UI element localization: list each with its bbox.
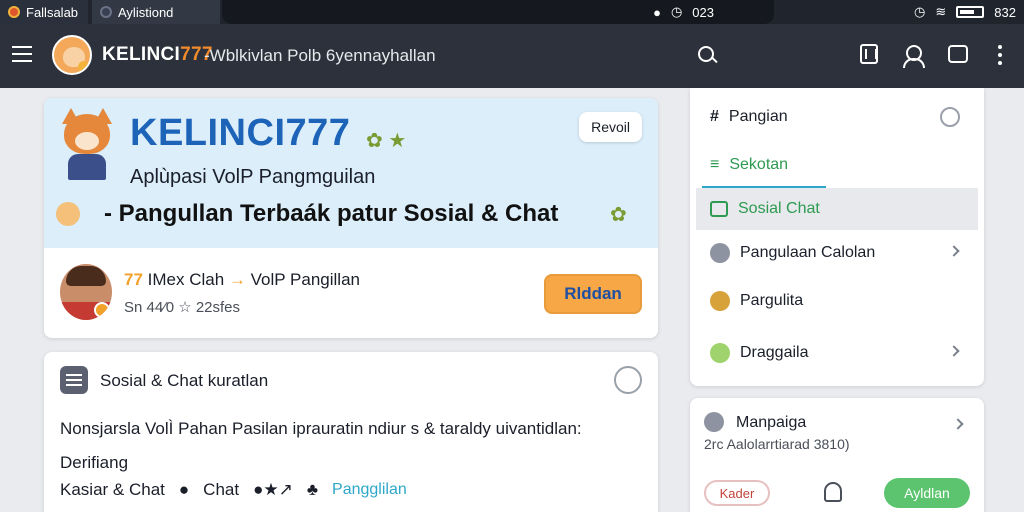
search-icon[interactable] xyxy=(696,44,720,68)
nav-label: Draggaila xyxy=(740,344,809,361)
social-chat-card: Sosial & Chat kuratlan Nonsjarsla VolÌ P… xyxy=(44,352,658,512)
app-bar: KELINCI777 -Wblkivlan Polb 6yennayhallan xyxy=(0,24,1024,88)
hero-title: KELINCI777 xyxy=(130,112,351,154)
mini-card: Manpaiga 2rc Aalolarrtiarad 3810) Kader … xyxy=(690,398,984,512)
nav-item-sekotan[interactable]: ≡ Sekotan xyxy=(696,144,978,186)
battery-icon xyxy=(956,6,985,18)
list-icon: ≡ xyxy=(710,156,720,173)
more-options-icon[interactable] xyxy=(998,45,1004,69)
nav-label: Sekotan xyxy=(729,156,789,173)
nav-label: Pangulaan Calolan xyxy=(740,244,876,261)
browser-tab-2[interactable]: Aylistiond xyxy=(92,0,220,24)
footer-label-b[interactable]: Chat xyxy=(203,480,239,500)
footer-label-a[interactable]: Kasiar & Chat xyxy=(60,480,165,500)
nav-item-pangulaan-calolan[interactable]: Pangulaan Calolan xyxy=(696,232,978,274)
app-brand: KELINCI777 xyxy=(102,44,213,66)
sticker-icons: ✿ ★ xyxy=(366,130,407,152)
reaction-icons: ●★↗ xyxy=(253,480,293,499)
fox-mascot-icon xyxy=(58,108,116,180)
menu-icon[interactable] xyxy=(12,46,32,64)
user-line: 77 IMex Clah → VolP Pangillan xyxy=(124,270,360,290)
app-subtitle: -Wblkivlan Polb 6yennayhallan xyxy=(204,46,436,65)
social-footer: Kasiar & Chat ● Chat ●★↗ ♣ Pangglilan xyxy=(60,480,407,500)
nav-item-draggaila[interactable]: Draggaila xyxy=(696,332,978,374)
user-service: VolP Pangillan xyxy=(250,270,360,289)
list-icon xyxy=(60,366,88,394)
mini-subtitle: 2rc Aalolarrtiarad 3810) xyxy=(704,436,850,452)
chat-bubble-icon: ● xyxy=(178,480,190,499)
qr-icon[interactable] xyxy=(860,44,878,64)
user-name: IMex Clah xyxy=(147,270,225,289)
hash-icon: # xyxy=(710,108,719,125)
chevron-down-icon[interactable] xyxy=(614,366,642,394)
chevron-right-icon[interactable] xyxy=(952,418,964,430)
user-meta: Sn 44⁄0 ☆ 22sfes xyxy=(124,299,241,316)
riddan-button[interactable]: Rlddan xyxy=(544,274,642,314)
person-icon xyxy=(710,291,730,311)
chat-icon xyxy=(710,201,728,217)
social-body-line-2: Derifiang xyxy=(60,453,129,472)
social-body-line-1: Nonsjarsla VolÌ Pahan Pasilan iprauratin… xyxy=(60,419,582,438)
user-avatar[interactable] xyxy=(60,264,112,320)
alarm-icon-right: ◷ xyxy=(914,4,926,19)
hero-headline: - Pangullan Terbaák patur Sosial & Chat xyxy=(104,200,559,227)
notification-icon: ● xyxy=(653,4,661,20)
tab-icon xyxy=(100,6,112,18)
brand-text: KELINCI xyxy=(102,44,181,65)
status-center: ● ◷ 023 xyxy=(222,0,774,24)
arrow-icon: → xyxy=(228,270,246,289)
user-accent: 77 xyxy=(124,270,143,289)
kader-button[interactable]: Kader xyxy=(704,480,770,506)
sticker-icon: ✿ xyxy=(610,204,627,226)
profile-icon[interactable] xyxy=(902,44,926,68)
revoil-chip[interactable]: Revoil xyxy=(579,112,642,142)
puzzle-icon: ♣ xyxy=(306,480,319,499)
ayldlan-button[interactable]: Ayldlan xyxy=(884,478,970,508)
nav-label: Sosial Chat xyxy=(738,200,820,217)
browser-tab-1[interactable]: Fallsalab xyxy=(0,0,88,24)
share-icon[interactable] xyxy=(948,45,968,63)
tab-1-label: Fallsalab xyxy=(26,4,79,20)
emoji-icon xyxy=(710,343,730,363)
cat-avatar-icon xyxy=(56,202,80,226)
nav-label: Pargulita xyxy=(740,292,804,309)
nav-label: Pangian xyxy=(728,108,788,125)
chevron-right-icon xyxy=(948,245,960,257)
hero-banner: KELINCI777 ✿ ★ Revoil Aplùpasi VolP Pang… xyxy=(44,98,658,248)
bell-icon[interactable] xyxy=(824,482,842,502)
nav-item-pargulita[interactable]: Pargulita xyxy=(696,280,978,322)
chevron-right-icon xyxy=(948,345,960,357)
app-logo-icon xyxy=(8,6,20,18)
status-right: ◷ ≋ 832 xyxy=(914,0,1016,24)
status-bar: Fallsalab Aylistiond ● ◷ 023 ◷ ≋ 832 xyxy=(0,0,1024,24)
social-body: Nonsjarsla VolÌ Pahan Pasilan iprauratin… xyxy=(60,412,582,480)
user-icon xyxy=(710,243,730,263)
footer-link[interactable]: Pangglilan xyxy=(332,481,407,499)
side-nav: # Pangian ≡ Sekotan Sosial Chat Pangulaa… xyxy=(690,88,984,386)
pie-icon[interactable] xyxy=(940,107,960,127)
hero-tagline: Aplùpasi VolP Pangmguilan xyxy=(130,166,376,188)
tab-2-label: Aylistiond xyxy=(118,4,174,20)
clock: 023 xyxy=(692,4,714,20)
hero-card: KELINCI777 ✿ ★ Revoil Aplùpasi VolP Pang… xyxy=(44,98,658,338)
wifi-icon: ≋ xyxy=(935,4,947,19)
social-header: Sosial & Chat kuratlan xyxy=(100,371,269,390)
mini-title: Manpaiga xyxy=(736,414,807,431)
mail-icon xyxy=(704,412,724,432)
alarm-icon: ◷ xyxy=(670,4,683,19)
nav-item-pangian[interactable]: # Pangian xyxy=(696,96,978,138)
battery-level: 832 xyxy=(994,4,1016,20)
app-avatar[interactable] xyxy=(52,35,92,75)
nav-item-sosial-chat[interactable]: Sosial Chat xyxy=(696,188,978,230)
